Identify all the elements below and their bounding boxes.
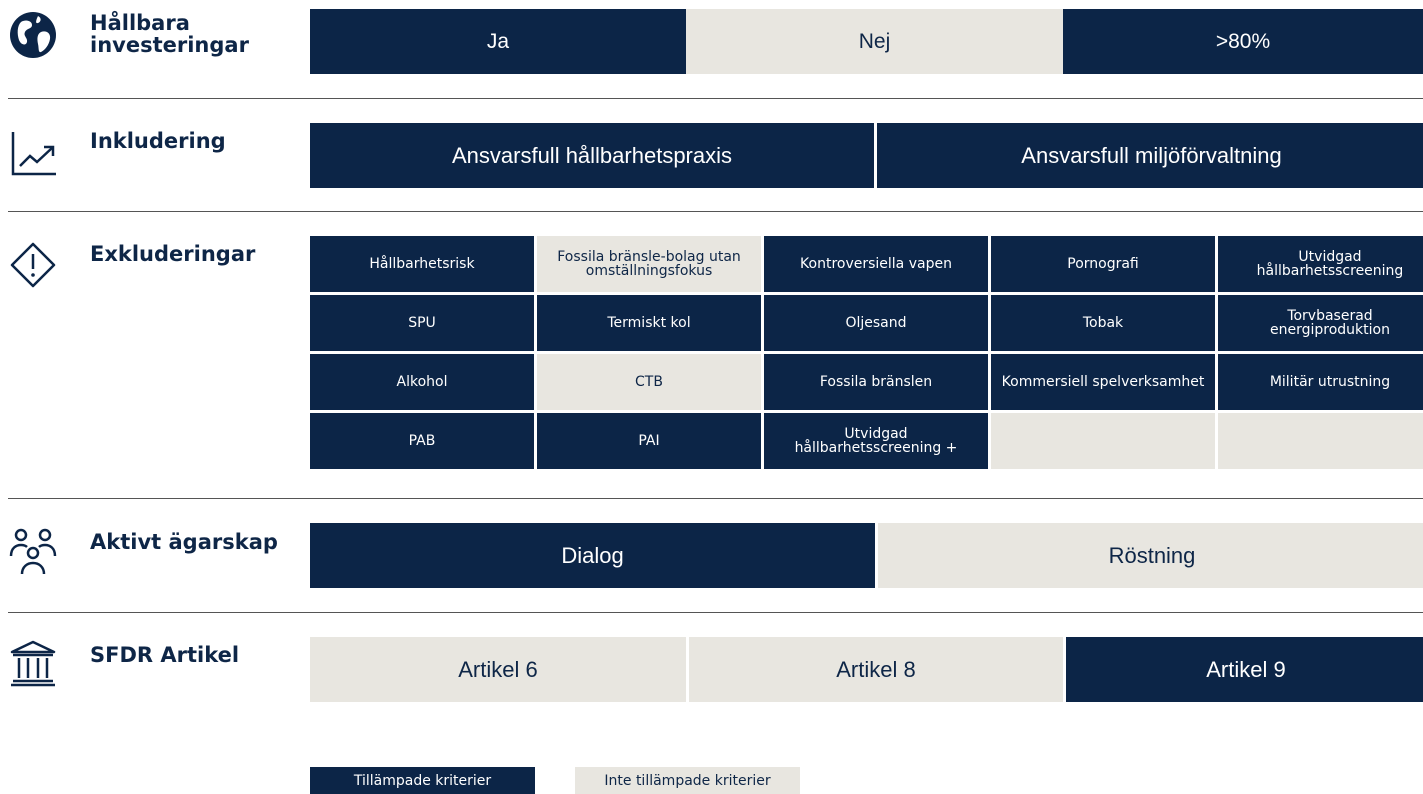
option-over-80: >80%: [1063, 9, 1423, 74]
option-article-6: Artikel 6: [310, 637, 686, 702]
exclusion-cell: Pornografi: [991, 236, 1215, 292]
ownership-options: Dialog Röstning: [310, 523, 1423, 588]
inclusion-options: Ansvarsfull hållbarhetspraxis Ansvarsful…: [310, 123, 1423, 188]
trend-chart-icon: [8, 128, 58, 178]
exclusion-cell: Hållbarhetsrisk: [310, 236, 534, 292]
divider: [8, 498, 1423, 499]
option-ja: Ja: [310, 9, 686, 74]
exclusion-cell: Kommersiell spelverksamhet: [991, 354, 1215, 410]
exclusion-cell: Alkohol: [310, 354, 534, 410]
legend-applied: Tillämpade kriterier: [310, 767, 535, 794]
exclusions-grid: Hållbarhetsrisk Fossila bränsle-bolag uta…: [310, 236, 1423, 469]
option-responsible-environment: Ansvarsfull miljöförvaltning: [877, 123, 1423, 188]
exclusion-cell: Fossila bränslen: [764, 354, 988, 410]
option-nej: Nej: [686, 9, 1063, 74]
exclusion-cell: Termiskt kol: [537, 295, 761, 351]
exclusion-cell: PAB: [310, 413, 534, 469]
bank-building-icon: [8, 638, 58, 688]
legend-not-applied: Inte tillämpade kriterier: [575, 767, 800, 794]
exclusion-cell: Torvbaserad energiproduktion: [1218, 295, 1423, 351]
exclusion-cell: Fossila bränsle-bolag utan omställningsf…: [537, 236, 761, 292]
exclusion-cell: Utvidgad hållbarhetsscreening: [1218, 236, 1423, 292]
exclusion-cell: PAI: [537, 413, 761, 469]
exclusion-cell: SPU: [310, 295, 534, 351]
section-title-ownership: Aktivt ägarskap: [90, 530, 278, 554]
section-title-sfdr: SFDR Artikel: [90, 643, 240, 667]
people-group-icon: [8, 526, 58, 576]
globe-icon: [8, 10, 58, 60]
section-title-exclusions: Exkluderingar: [90, 242, 256, 266]
divider: [8, 211, 1423, 212]
option-responsible-practice: Ansvarsfull hållbarhetspraxis: [310, 123, 874, 188]
exclusion-empty-cell: [1218, 413, 1423, 469]
exclusion-cell: Oljesand: [764, 295, 988, 351]
sfdr-options: Artikel 6 Artikel 8 Artikel 9: [310, 637, 1423, 702]
section-title-inclusion: Inkludering: [90, 129, 226, 153]
title-line-1: Hållbara: [90, 11, 190, 35]
exclusion-cell: Militär utrustning: [1218, 354, 1423, 410]
exclusion-empty-cell: [991, 413, 1215, 469]
option-dialog: Dialog: [310, 523, 875, 588]
divider: [8, 612, 1423, 613]
title-line-2: investeringar: [90, 33, 249, 57]
exclusion-cell: Utvidgad hållbarhetsscreening +: [764, 413, 988, 469]
warning-diamond-icon: [8, 240, 58, 290]
option-article-9: Artikel 9: [1066, 637, 1423, 702]
divider: [8, 98, 1423, 99]
option-voting: Röstning: [878, 523, 1423, 588]
section-title-sustainable: Hållbara investeringar: [90, 12, 249, 56]
sustainable-options: Ja Nej >80%: [310, 9, 1423, 74]
option-article-8: Artikel 8: [689, 637, 1063, 702]
exclusion-cell: Kontroversiella vapen: [764, 236, 988, 292]
exclusion-cell: Tobak: [991, 295, 1215, 351]
exclusion-cell: CTB: [537, 354, 761, 410]
